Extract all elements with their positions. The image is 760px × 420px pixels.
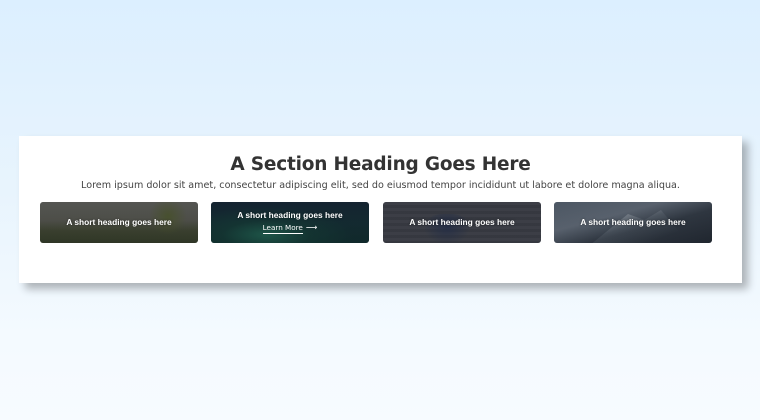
card-aurora[interactable]: A short heading goes here Learn More ⟶: [211, 202, 369, 243]
card-mountain[interactable]: A short heading goes here: [554, 202, 712, 243]
card-heading: A short heading goes here: [66, 217, 172, 227]
section-heading: A Section Heading Goes Here: [230, 154, 531, 175]
card-lake[interactable]: A short heading goes here: [40, 202, 198, 243]
section-description: Lorem ipsum dolor sit amet, consectetur …: [81, 180, 680, 191]
content-section: A Section Heading Goes Here Lorem ipsum …: [19, 136, 742, 283]
card-heading: A short heading goes here: [237, 210, 343, 220]
card-boardwalk[interactable]: A short heading goes here: [383, 202, 541, 243]
arrow-right-icon: ⟶: [305, 223, 318, 232]
learn-more-label[interactable]: Learn More: [262, 223, 303, 234]
card-row: A short heading goes here A short headin…: [40, 202, 713, 243]
card-heading: A short heading goes here: [409, 217, 515, 227]
card-heading: A short heading goes here: [580, 217, 686, 227]
learn-more-link[interactable]: Learn More ⟶: [211, 223, 369, 234]
